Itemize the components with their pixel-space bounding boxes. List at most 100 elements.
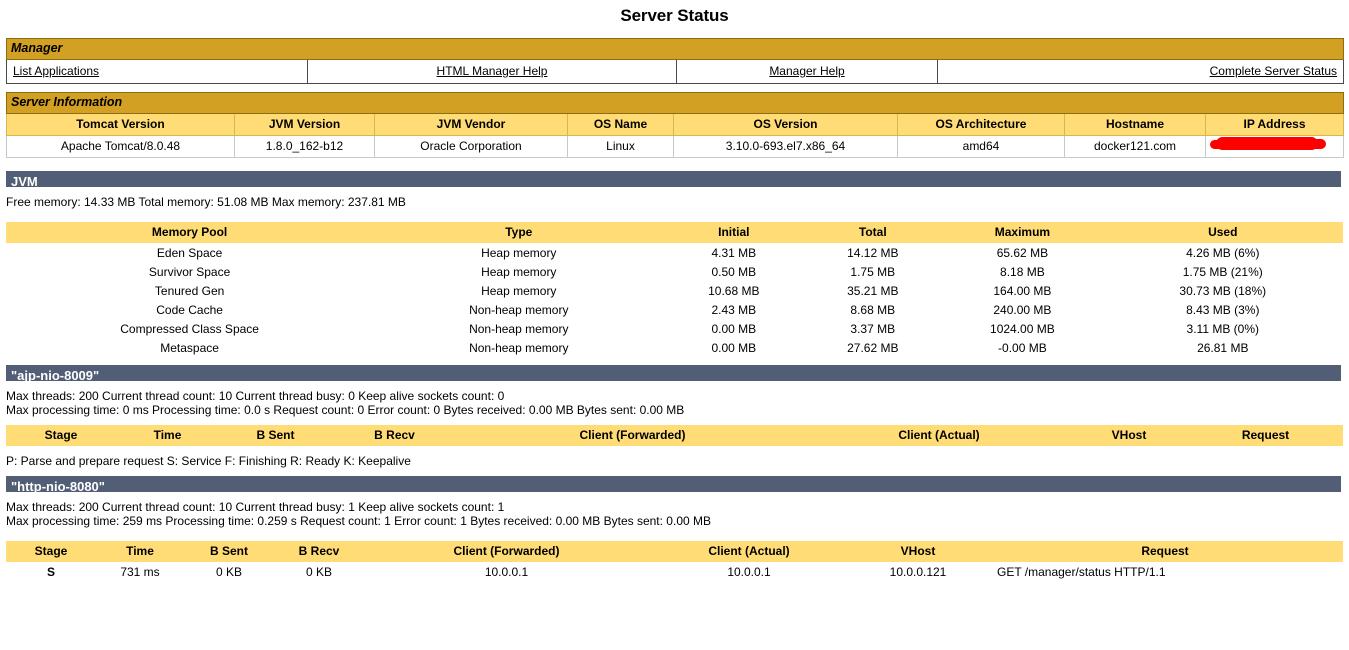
- cell-memory-used: 26.81 MB: [1102, 338, 1343, 357]
- value-os-architecture: amd64: [897, 135, 1065, 158]
- server-information-section-label: Server Information: [5, 92, 1345, 114]
- server-information-data-row: Apache Tomcat/8.0.48 1.8.0_162-b12 Oracl…: [6, 135, 1345, 158]
- cell-memory-pool: Survivor Space: [6, 262, 374, 281]
- connector-ajp-threads-line: Max threads: 200 Current thread count: 1…: [6, 389, 505, 403]
- col-tomcat-version: Tomcat Version: [6, 113, 235, 136]
- value-os-version: 3.10.0-693.el7.x86_64: [673, 135, 898, 158]
- connector-ajp-stage-legend: P: Parse and prepare request S: Service …: [6, 454, 411, 468]
- spacer-after-memory-pool: [0, 357, 1349, 365]
- link-complete-server-status[interactable]: Complete Server Status: [1210, 64, 1337, 78]
- col-client-forwarded: Client (Forwarded): [457, 425, 808, 446]
- col-request: Request: [987, 541, 1343, 562]
- spacer-before-http: [0, 468, 1349, 476]
- page-title: Server Status: [620, 6, 729, 25]
- cell-memory-used: 1.75 MB (21%): [1102, 262, 1343, 281]
- connector-ajp-header-row: Stage Time B Sent B Recv Client (Forward…: [6, 425, 1343, 446]
- cell-memory-type: Non-heap memory: [373, 300, 665, 319]
- spacer-http-mid: [0, 528, 1349, 541]
- cell-request: GET /manager/status HTTP/1.1: [987, 562, 1343, 581]
- link-html-manager-help[interactable]: HTML Manager Help: [437, 64, 548, 78]
- cell-memory-maximum: 240.00 MB: [942, 300, 1103, 319]
- cell-memory-maximum: 65.62 MB: [942, 243, 1103, 262]
- table-row: S 731 ms 0 KB 0 KB 10.0.0.1 10.0.0.1 10.…: [6, 562, 1343, 581]
- nav-cell-list-applications[interactable]: List Applications: [6, 59, 308, 84]
- col-b-recv: B Recv: [274, 541, 364, 562]
- col-request: Request: [1188, 425, 1343, 446]
- col-memory-pool: Memory Pool: [6, 222, 374, 243]
- memory-pool-table: Memory Pool Type Initial Total Maximum U…: [6, 222, 1343, 357]
- nav-cell-html-manager-help[interactable]: HTML Manager Help: [307, 59, 677, 84]
- cell-memory-pool: Eden Space: [6, 243, 374, 262]
- nav-cell-complete-server-status[interactable]: Complete Server Status: [936, 59, 1345, 84]
- cell-memory-total: 8.68 MB: [803, 300, 943, 319]
- cell-memory-type: Heap memory: [373, 281, 665, 300]
- cell-memory-initial: 4.31 MB: [664, 243, 804, 262]
- cell-memory-initial: 0.00 MB: [664, 319, 804, 338]
- spacer-jvm-top: [0, 187, 1349, 195]
- server-information-section-bar-row: Server Information: [5, 92, 1345, 114]
- manager-nav-table: Manager List Applications HTML Manager H…: [5, 38, 1345, 84]
- col-client-actual: Client (Actual): [649, 541, 849, 562]
- cell-memory-pool: Code Cache: [6, 300, 374, 319]
- col-time: Time: [96, 541, 184, 562]
- col-vhost: VHost: [1070, 425, 1188, 446]
- spacer-ajp-mid: [0, 417, 1349, 425]
- spacer-http-top: [0, 492, 1349, 500]
- link-manager-help[interactable]: Manager Help: [769, 64, 844, 78]
- connector-http-processing-line: Max processing time: 259 ms Processing t…: [6, 514, 711, 528]
- value-tomcat-version: Apache Tomcat/8.0.48: [6, 135, 235, 158]
- jvm-section-bar: JVM: [6, 171, 1341, 187]
- cell-memory-total: 14.12 MB: [803, 243, 943, 262]
- server-information-header-row: Tomcat Version JVM Version JVM Vendor OS…: [6, 113, 1345, 136]
- cell-memory-used: 8.43 MB (3%): [1102, 300, 1343, 319]
- col-memory-used: Used: [1102, 222, 1343, 243]
- connector-http-header-row: Stage Time B Sent B Recv Client (Forward…: [6, 541, 1343, 562]
- cell-memory-total: 35.21 MB: [803, 281, 943, 300]
- table-row: Compressed Class Space Non-heap memory 0…: [6, 319, 1343, 338]
- value-os-name: Linux: [567, 135, 674, 158]
- value-jvm-vendor: Oracle Corporation: [374, 135, 568, 158]
- cell-memory-type: Non-heap memory: [373, 338, 665, 357]
- cell-stage: S: [6, 562, 96, 581]
- spacer-after-server-information: [0, 158, 1349, 171]
- connector-ajp-requests-table: Stage Time B Sent B Recv Client (Forward…: [6, 425, 1343, 446]
- memory-pool-header-row: Memory Pool Type Initial Total Maximum U…: [6, 222, 1343, 243]
- cell-memory-maximum: 8.18 MB: [942, 262, 1103, 281]
- col-hostname: Hostname: [1064, 113, 1206, 136]
- nav-cell-manager-help[interactable]: Manager Help: [676, 59, 938, 84]
- col-b-sent: B Sent: [184, 541, 274, 562]
- spacer-after-manager: [0, 84, 1349, 92]
- manager-section-label: Manager: [5, 38, 1345, 60]
- cell-time: 731 ms: [96, 562, 184, 581]
- manager-section-bar-row: Manager: [5, 38, 1345, 60]
- table-row: Metaspace Non-heap memory 0.00 MB 27.62 …: [6, 338, 1343, 357]
- col-b-sent: B Sent: [219, 425, 332, 446]
- table-row: Tenured Gen Heap memory 10.68 MB 35.21 M…: [6, 281, 1343, 300]
- col-stage: Stage: [6, 425, 116, 446]
- cell-memory-pool: Tenured Gen: [6, 281, 374, 300]
- col-time: Time: [116, 425, 219, 446]
- col-os-architecture: OS Architecture: [897, 113, 1065, 136]
- table-row: Eden Space Heap memory 4.31 MB 14.12 MB …: [6, 243, 1343, 262]
- col-b-recv: B Recv: [332, 425, 457, 446]
- col-jvm-version: JVM Version: [234, 113, 375, 136]
- cell-memory-maximum: 164.00 MB: [942, 281, 1103, 300]
- jvm-memory-summary: Free memory: 14.33 MB Total memory: 51.0…: [6, 195, 406, 209]
- col-client-forwarded: Client (Forwarded): [364, 541, 649, 562]
- cell-client-actual: 10.0.0.1: [649, 562, 849, 581]
- cell-memory-initial: 10.68 MB: [664, 281, 804, 300]
- cell-memory-maximum: -0.00 MB: [942, 338, 1103, 357]
- server-information-table: Server Information Tomcat Version JVM Ve…: [5, 92, 1345, 158]
- connector-http-section-bar: "http-nio-8080": [6, 476, 1341, 492]
- cell-memory-initial: 0.00 MB: [664, 338, 804, 357]
- link-list-applications[interactable]: List Applications: [13, 64, 99, 78]
- cell-memory-total: 1.75 MB: [803, 262, 943, 281]
- connector-http-requests-table: Stage Time B Sent B Recv Client (Forward…: [6, 541, 1343, 581]
- col-memory-initial: Initial: [664, 222, 804, 243]
- spacer-jvm-mid: [0, 209, 1349, 222]
- col-ip-address: IP Address: [1204, 113, 1345, 136]
- col-os-version: OS Version: [673, 113, 898, 136]
- cell-client-forwarded: 10.0.0.1: [364, 562, 649, 581]
- cell-memory-maximum: 1024.00 MB: [942, 319, 1103, 338]
- cell-memory-used: 30.73 MB (18%): [1102, 281, 1343, 300]
